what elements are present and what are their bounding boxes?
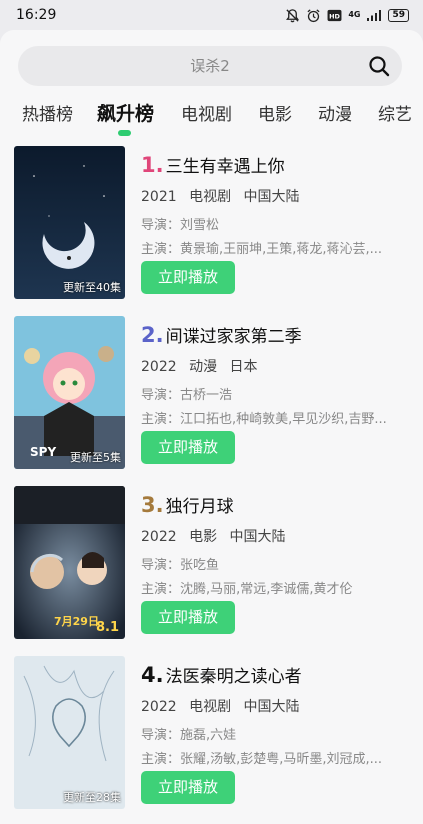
play-button[interactable]: 立即播放 xyxy=(141,601,235,634)
play-button[interactable]: 立即播放 xyxy=(141,771,235,804)
status-time: 16:29 xyxy=(16,7,57,23)
item-meta: 2021 电视剧 中国大陆 xyxy=(141,186,308,206)
item-region: 中国大陆 xyxy=(229,529,286,545)
tab-anime[interactable]: 动漫 xyxy=(318,100,352,125)
item-title[interactable]: 2. 间谍过家家第二季 xyxy=(141,322,302,347)
item-year: 2022 xyxy=(141,359,177,375)
item-cast: 主演：沈腾,马丽,常远,李诚儒,黄才伦 xyxy=(141,582,353,597)
item-genre: 电视剧 xyxy=(189,699,232,715)
title-text: 法医秦明之读心者 xyxy=(165,667,302,687)
score-badge: 8.1 xyxy=(95,620,119,635)
rank-number: 4. xyxy=(141,663,164,687)
play-button[interactable]: 立即播放 xyxy=(141,261,235,294)
rank-number: 3. xyxy=(141,493,164,517)
item-genre: 动漫 xyxy=(189,359,218,375)
tab-movie[interactable]: 电影 xyxy=(258,100,292,125)
list-item[interactable]: SPY 更新至5集 2. 间谍过家家第二季 2022 动漫 日本 导演：古桥一浩 … xyxy=(0,316,423,476)
poster-image[interactable]: 更新至28集 xyxy=(14,656,125,809)
battery-indicator: 59 xyxy=(388,8,409,22)
title-text: 独行月球 xyxy=(165,497,234,517)
item-year: 2022 xyxy=(141,699,177,715)
rank-number: 1. xyxy=(141,153,164,177)
release-date: 7月29日 xyxy=(54,615,99,628)
item-genre: 电视剧 xyxy=(189,189,232,205)
item-meta: 2022 电视剧 中国大陆 xyxy=(141,696,308,716)
item-director: 导演：古桥一浩 xyxy=(141,388,233,403)
poster-image[interactable]: 7月29日 8.1 xyxy=(14,486,125,639)
signal-icon xyxy=(367,9,382,21)
status-bar: 16:29 HD 4G 59 xyxy=(0,0,423,30)
item-director: 导演：施磊,六娃 xyxy=(141,728,237,743)
search-icon[interactable] xyxy=(368,55,390,77)
tab-tv[interactable]: 电视剧 xyxy=(181,100,232,125)
item-year: 2022 xyxy=(141,529,177,545)
item-region: 日本 xyxy=(229,359,258,375)
poster-logo: SPY xyxy=(30,445,56,459)
list-item[interactable]: 7月29日 8.1 3. 独行月球 2022 电影 中国大陆 导演：张吃鱼 主演：… xyxy=(0,486,423,646)
tab-rising[interactable]: 飙升榜 xyxy=(97,99,154,126)
status-icons: HD 4G 59 xyxy=(285,8,409,23)
item-region: 中国大陆 xyxy=(243,189,300,205)
item-cast: 主演：张耀,汤敏,彭楚粤,马昕墨,刘冠成,... xyxy=(141,752,383,767)
poster-image[interactable]: SPY 更新至5集 xyxy=(14,316,125,469)
main-panel: 误杀2 热播榜 飙升榜 电视剧 电影 动漫 综艺 更新至40集 1. 三生有幸遇… xyxy=(0,30,423,824)
item-region: 中国大陆 xyxy=(243,699,300,715)
list-item[interactable]: 更新至28集 4. 法医秦明之读心者 2022 电视剧 中国大陆 导演：施磊,六娃… xyxy=(0,656,423,816)
title-text: 三生有幸遇上你 xyxy=(165,157,285,177)
item-genre: 电影 xyxy=(189,529,218,545)
item-meta: 2022 动漫 日本 xyxy=(141,356,266,376)
search-bar[interactable]: 误杀2 xyxy=(18,46,402,86)
svg-text:HD: HD xyxy=(329,12,340,20)
search-input[interactable]: 误杀2 xyxy=(18,46,402,86)
network-type: 4G xyxy=(348,10,361,19)
title-text: 间谍过家家第二季 xyxy=(165,327,302,347)
hd-icon: HD xyxy=(327,9,342,21)
episode-badge: 更新至28集 xyxy=(63,791,121,804)
item-director: 导演：刘雪松 xyxy=(141,218,220,233)
item-cast: 主演：黄景瑜,王丽坤,王策,蒋龙,蒋沁芸,... xyxy=(141,242,383,257)
item-title[interactable]: 3. 独行月球 xyxy=(141,492,234,517)
episode-badge: 更新至40集 xyxy=(63,281,121,294)
item-title[interactable]: 4. 法医秦明之读心者 xyxy=(141,662,302,687)
list-item[interactable]: 更新至40集 1. 三生有幸遇上你 2021 电视剧 中国大陆 导演：刘雪松 主演… xyxy=(0,146,423,306)
item-director: 导演：张吃鱼 xyxy=(141,558,220,573)
tab-hot[interactable]: 热播榜 xyxy=(22,100,73,125)
play-button[interactable]: 立即播放 xyxy=(141,431,235,464)
item-cast: 主演：江口拓也,种崎敦美,早见沙织,吉野... xyxy=(141,412,387,427)
item-year: 2021 xyxy=(141,189,177,205)
alarm-icon xyxy=(307,8,320,22)
item-meta: 2022 电影 中国大陆 xyxy=(141,526,294,546)
active-tab-indicator xyxy=(118,130,131,136)
poster-image[interactable]: 更新至40集 xyxy=(14,146,125,299)
category-tabs: 热播榜 飙升榜 电视剧 电影 动漫 综艺 xyxy=(0,100,423,136)
episode-badge: 更新至5集 xyxy=(70,451,121,464)
rank-number: 2. xyxy=(141,323,164,347)
bell-off-icon xyxy=(286,8,300,22)
item-title[interactable]: 1. 三生有幸遇上你 xyxy=(141,152,285,177)
tab-variety[interactable]: 综艺 xyxy=(378,100,412,125)
